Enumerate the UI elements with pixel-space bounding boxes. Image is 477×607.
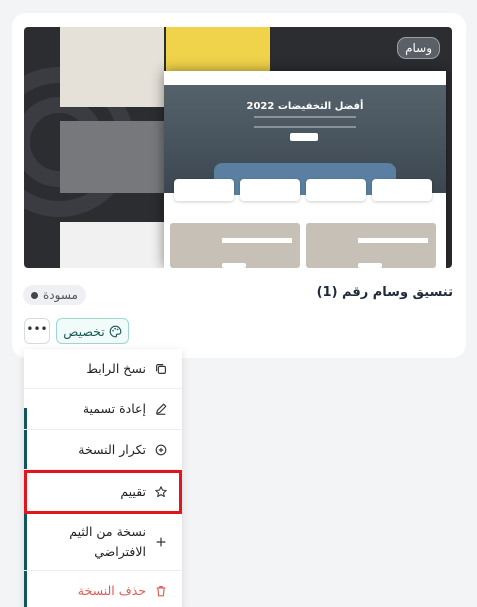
preview-hero-text	[254, 116, 356, 128]
menu-item-delete[interactable]: حذف النسخة	[24, 571, 182, 607]
menu-item-rename[interactable]: إعادة تسمية	[24, 389, 182, 430]
menu-item-label: إعادة تسمية	[82, 401, 146, 416]
preview-hero: أفضل التخفيضات 2022	[164, 85, 446, 195]
theme-preview-image[interactable]: أفضل التخفيضات 2022 وسام	[24, 27, 452, 268]
copy-icon	[156, 363, 166, 374]
options-menu: نسخ الرابط إعادة تسمية تكرار النسخة تقيي…	[24, 349, 182, 607]
menu-item-label: نسخة من الثيم الافتراضي	[69, 524, 146, 559]
menu-item-label: تكرار النسخة	[78, 441, 146, 457]
preview-tile	[60, 222, 164, 268]
status-badge: مسودة	[23, 285, 86, 305]
customize-label: تخصيص	[63, 323, 105, 339]
preview-promo	[306, 223, 436, 268]
plus-icon	[156, 537, 166, 547]
preview-feature	[306, 179, 366, 201]
customize-button[interactable]: تخصيص	[56, 318, 129, 344]
menu-item-rate[interactable]: تقييم	[24, 470, 182, 514]
menu-item-label: نسخ الرابط	[86, 360, 146, 376]
menu-item-default-theme-copy[interactable]: نسخة من الثيم الافتراضي	[24, 514, 182, 571]
theme-owner-badge: وسام	[397, 37, 440, 59]
status-dot-icon	[31, 291, 38, 299]
pencil-icon	[156, 403, 167, 415]
palette-icon	[109, 325, 122, 337]
trash-icon	[156, 586, 166, 597]
preview-hero-button	[290, 133, 318, 141]
status-label: مسودة	[43, 288, 78, 302]
theme-title: تنسيق وسام رقم (1)	[316, 285, 453, 300]
preview-feature	[240, 179, 300, 201]
star-icon	[155, 486, 167, 498]
preview-tile	[60, 121, 164, 193]
preview-hero-title: أفضل التخفيضات 2022	[246, 101, 364, 112]
menu-item-label: تقييم	[120, 484, 146, 499]
menu-item-duplicate[interactable]: تكرار النسخة	[24, 430, 182, 470]
more-options-button[interactable]: •••	[24, 318, 50, 344]
menu-item-label: حذف النسخة	[77, 583, 146, 598]
preview-promo	[170, 223, 300, 268]
duplicate-icon	[155, 444, 167, 455]
preview-feature	[174, 179, 234, 201]
menu-item-copy-link[interactable]: نسخ الرابط	[24, 349, 182, 389]
preview-mockup: أفضل التخفيضات 2022	[164, 71, 446, 268]
preview-tile	[60, 27, 164, 107]
preview-feature	[372, 179, 432, 201]
